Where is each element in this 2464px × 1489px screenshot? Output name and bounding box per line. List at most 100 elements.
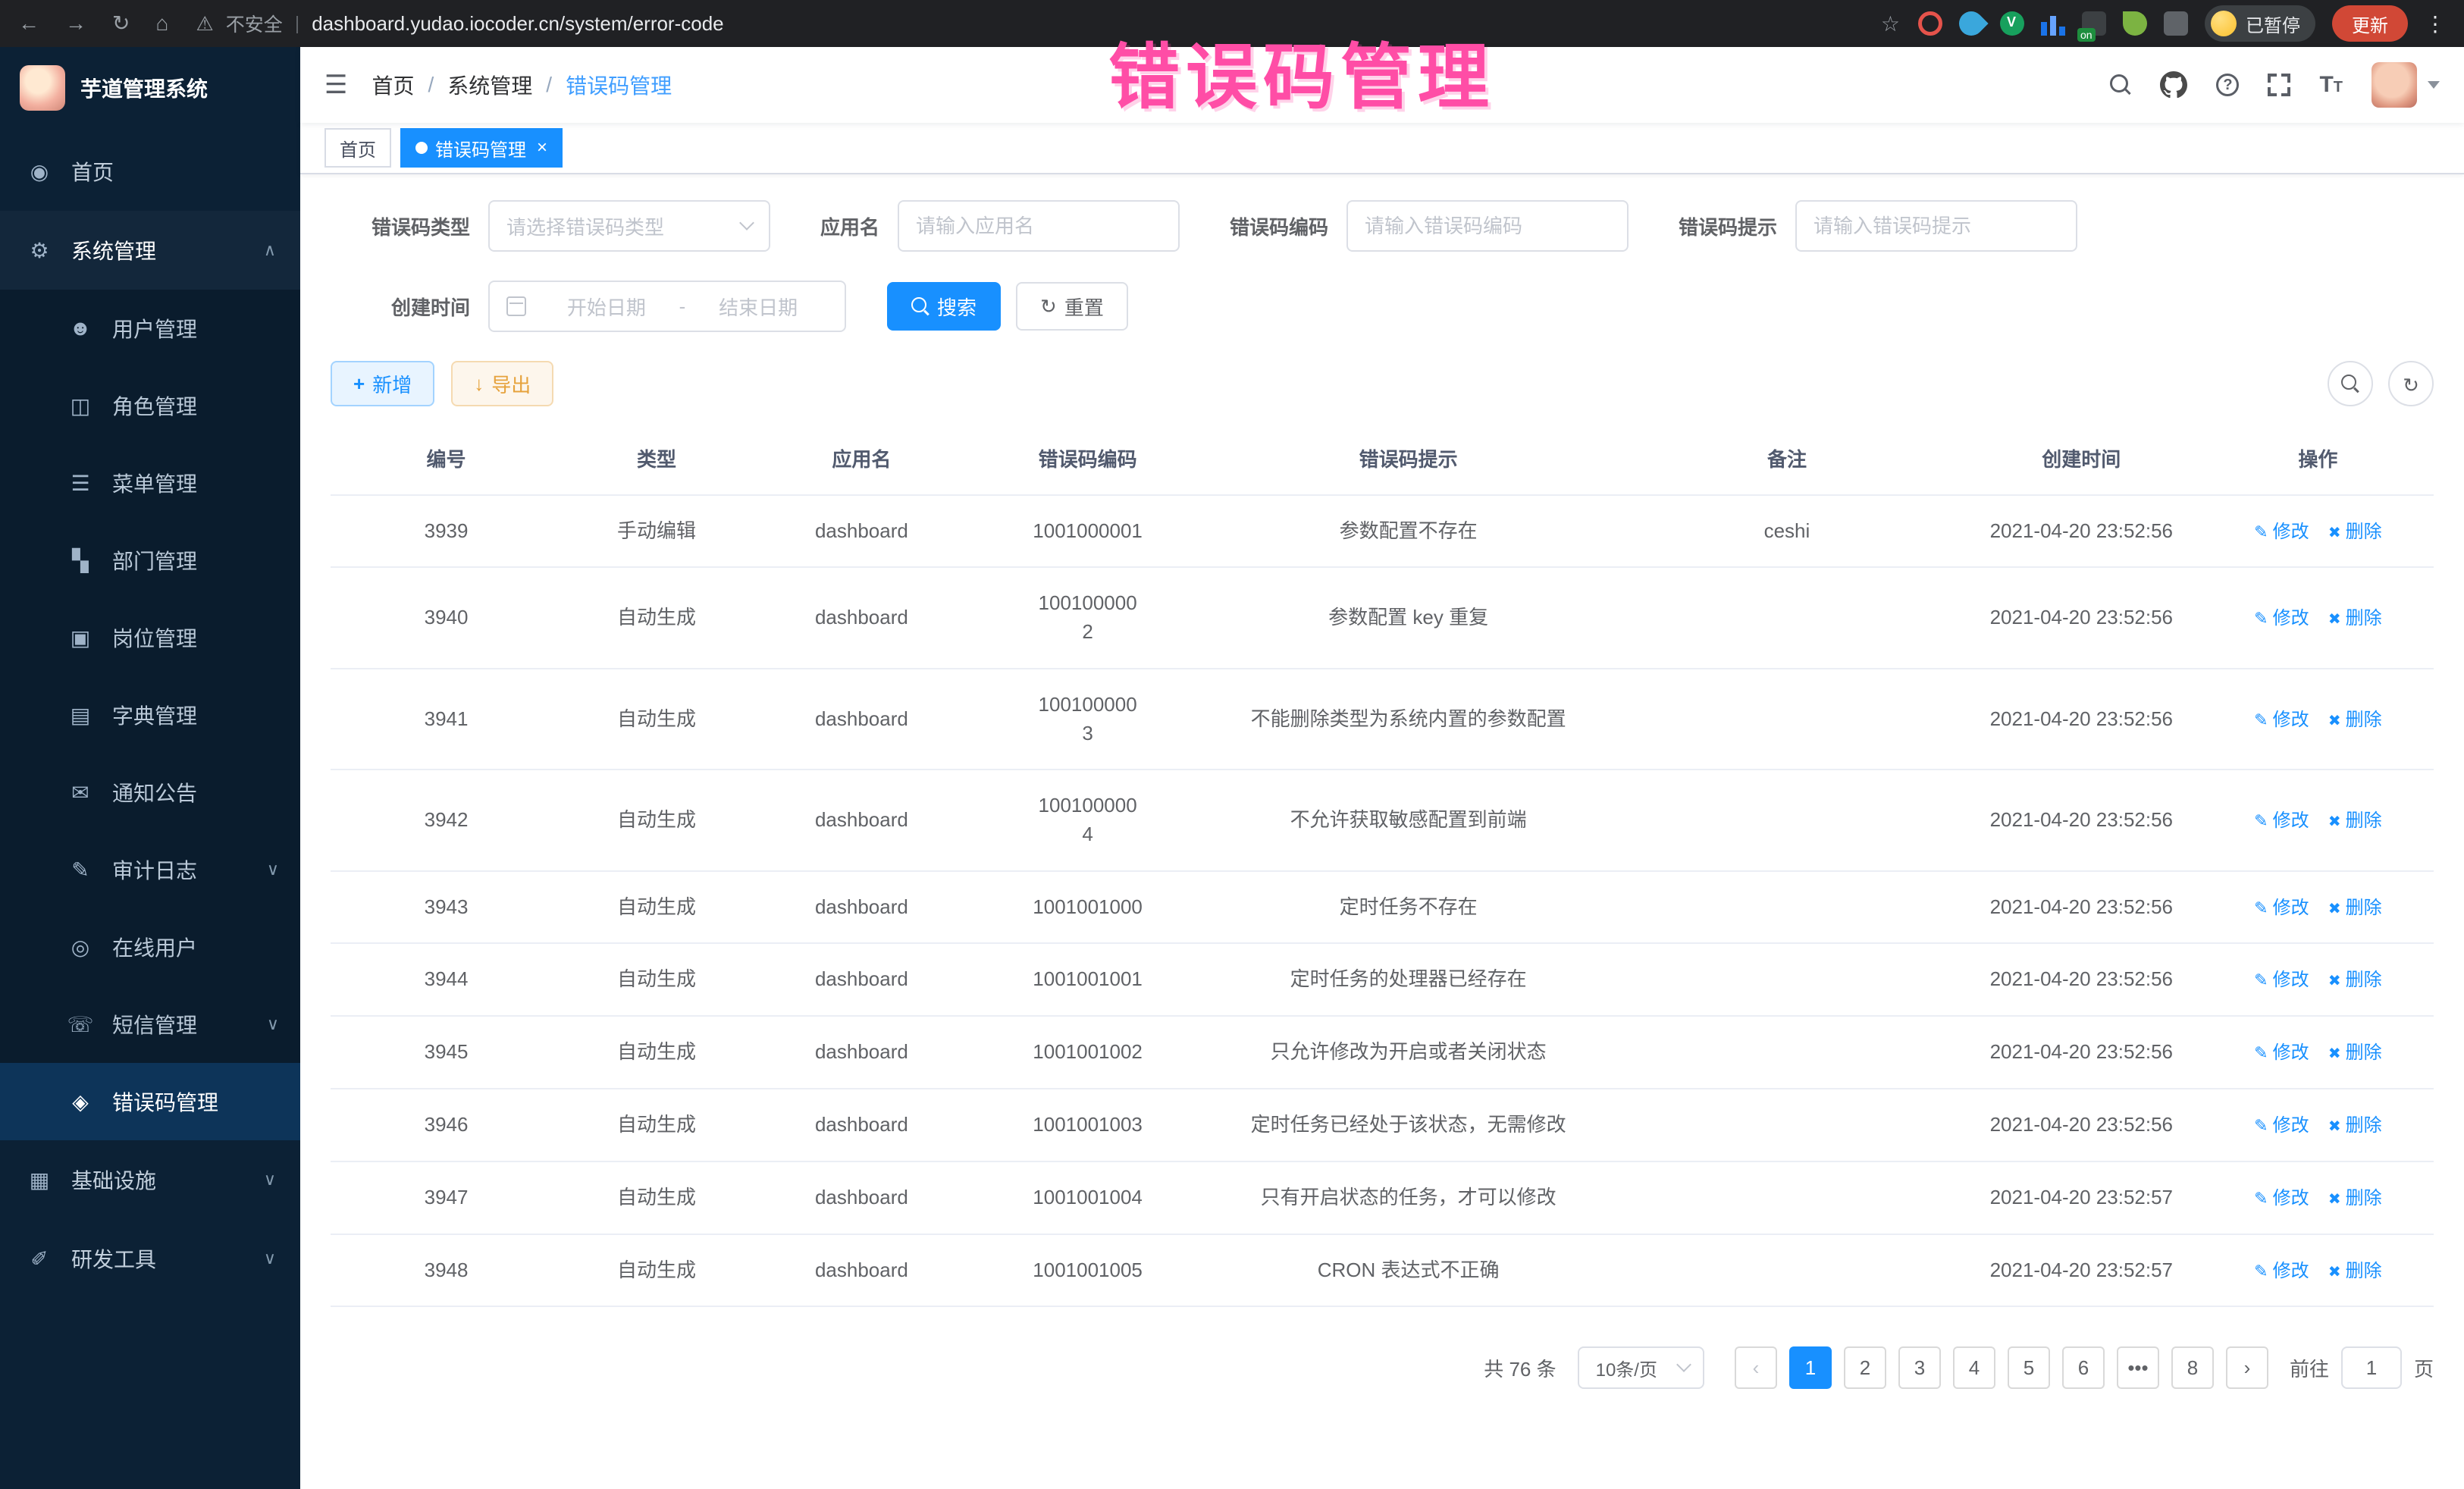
close-icon[interactable]: × bbox=[537, 137, 547, 158]
sidebar-item-home[interactable]: 首页 bbox=[0, 132, 300, 211]
page-button[interactable]: 6 bbox=[2062, 1346, 2105, 1389]
current-page-button[interactable]: 1 bbox=[1789, 1346, 1832, 1389]
extension-droplet-icon[interactable] bbox=[1954, 6, 1988, 40]
font-size-icon[interactable] bbox=[2319, 72, 2343, 98]
extension-puzzle-icon[interactable] bbox=[2164, 11, 2188, 36]
page-button[interactable]: 2 bbox=[1844, 1346, 1886, 1389]
goto-page-input[interactable] bbox=[2341, 1346, 2402, 1389]
sidebar-submenu-item[interactable]: 菜单管理 bbox=[0, 444, 300, 522]
edit-link[interactable]: 修改 bbox=[2254, 1259, 2309, 1285]
browser-menu-icon[interactable]: ⋮ bbox=[2425, 11, 2446, 36]
date-range-picker[interactable]: 开始日期 - 结束日期 bbox=[488, 281, 846, 332]
next-page-button[interactable]: › bbox=[2226, 1346, 2268, 1389]
extension-chart-icon[interactable] bbox=[2041, 11, 2065, 36]
goto-unit: 页 bbox=[2414, 1354, 2434, 1382]
sidebar-submenu-item[interactable]: 字典管理 bbox=[0, 676, 300, 754]
delete-link[interactable]: 删除 bbox=[2328, 707, 2382, 734]
reset-button[interactable]: 重置 bbox=[1016, 282, 1128, 331]
error-hint-input[interactable] bbox=[1795, 200, 2077, 252]
page-button[interactable]: 3 bbox=[1898, 1346, 1941, 1389]
page-size-select[interactable]: 10条/页 bbox=[1578, 1346, 1704, 1389]
browser-refresh-icon[interactable]: ↻ bbox=[112, 13, 130, 34]
sidebar-item-infra[interactable]: 基础设施 bbox=[0, 1140, 300, 1219]
breadcrumb-item[interactable]: 错误码管理 / bbox=[566, 70, 672, 100]
tab-home[interactable]: 首页 bbox=[324, 128, 391, 168]
sidebar-submenu-item[interactable]: 岗位管理 bbox=[0, 599, 300, 676]
delete-link[interactable]: 删除 bbox=[2328, 1186, 2382, 1212]
extension-dark-icon[interactable]: on bbox=[2082, 11, 2106, 36]
page-button[interactable]: 8 bbox=[2171, 1346, 2214, 1389]
delete-link[interactable]: 删除 bbox=[2328, 808, 2382, 835]
sidebar-submenu-item[interactable]: 错误码管理 bbox=[0, 1063, 300, 1140]
edit-link[interactable]: 修改 bbox=[2254, 519, 2309, 546]
sidebar-submenu-item[interactable]: 在线用户 bbox=[0, 908, 300, 986]
sidebar-item-system[interactable]: 系统管理 bbox=[0, 211, 300, 290]
sidebar-submenu-item[interactable]: 短信管理 bbox=[0, 986, 300, 1063]
export-button[interactable]: 导出 bbox=[451, 361, 553, 406]
error-type-select[interactable]: 请选择错误码类型 bbox=[488, 200, 770, 252]
gear-icon bbox=[24, 238, 55, 263]
chevron-down-icon bbox=[264, 1249, 276, 1268]
emoji-avatar-icon bbox=[2211, 11, 2237, 36]
github-icon[interactable] bbox=[2160, 71, 2187, 99]
browser-back-icon[interactable]: ← bbox=[18, 13, 39, 34]
delete-icon bbox=[2328, 1186, 2341, 1212]
search-button[interactable]: 搜索 bbox=[887, 282, 1001, 331]
sidebar-submenu-item[interactable]: 角色管理 bbox=[0, 367, 300, 444]
browser-update-button[interactable]: 更新 bbox=[2332, 5, 2408, 42]
app-logo[interactable]: 芋道管理系统 bbox=[0, 47, 300, 129]
breadcrumb-item[interactable]: 系统管理 / bbox=[447, 70, 566, 100]
delete-link[interactable]: 删除 bbox=[2328, 895, 2382, 922]
extension-v-icon[interactable] bbox=[2000, 11, 2024, 36]
add-button[interactable]: 新增 bbox=[331, 361, 434, 406]
profile-paused-badge[interactable]: 已暂停 bbox=[2205, 5, 2315, 42]
bookmark-star-icon[interactable]: ☆ bbox=[1881, 11, 1900, 36]
delete-link[interactable]: 删除 bbox=[2328, 1259, 2382, 1285]
help-icon[interactable] bbox=[2216, 74, 2239, 96]
delete-link[interactable]: 删除 bbox=[2328, 606, 2382, 632]
delete-link[interactable]: 删除 bbox=[2328, 1040, 2382, 1067]
delete-label: 删除 bbox=[2346, 519, 2382, 546]
filter-label-time: 创建时间 bbox=[331, 293, 470, 321]
page-button[interactable]: 4 bbox=[1953, 1346, 1995, 1389]
app-name-input[interactable] bbox=[898, 200, 1180, 252]
tab-error-code[interactable]: 错误码管理 × bbox=[400, 128, 563, 168]
edit-link[interactable]: 修改 bbox=[2254, 707, 2309, 734]
refresh-table-button[interactable] bbox=[2388, 361, 2434, 406]
address-bar[interactable]: ⚠ 不安全 | dashboard.yudao.iocoder.cn/syste… bbox=[196, 10, 1900, 37]
edit-link[interactable]: 修改 bbox=[2254, 606, 2309, 632]
edit-link[interactable]: 修改 bbox=[2254, 1040, 2309, 1067]
toggle-search-button[interactable] bbox=[2328, 361, 2373, 406]
browser-forward-icon[interactable]: → bbox=[65, 13, 86, 34]
edit-link[interactable]: 修改 bbox=[2254, 967, 2309, 994]
delete-link[interactable]: 删除 bbox=[2328, 1113, 2382, 1139]
navbar-actions bbox=[2110, 62, 2440, 108]
edit-link[interactable]: 修改 bbox=[2254, 1186, 2309, 1212]
user-avatar[interactable] bbox=[2372, 62, 2440, 108]
edit-link[interactable]: 修改 bbox=[2254, 808, 2309, 835]
submen-item-label: 通知公告 bbox=[112, 777, 197, 807]
error-code-input[interactable] bbox=[1346, 200, 1629, 252]
edit-icon bbox=[2254, 1113, 2268, 1139]
prev-page-button[interactable]: ‹ bbox=[1735, 1346, 1777, 1389]
page-button[interactable]: 5 bbox=[2008, 1346, 2050, 1389]
edit-link[interactable]: 修改 bbox=[2254, 1113, 2309, 1139]
browser-home-icon[interactable]: ⌂ bbox=[155, 13, 168, 34]
page-button[interactable]: ••• bbox=[2117, 1346, 2159, 1389]
delete-label: 删除 bbox=[2346, 967, 2382, 994]
sidebar-submenu-item[interactable]: 通知公告 bbox=[0, 754, 300, 831]
fullscreen-icon[interactable] bbox=[2268, 74, 2290, 96]
cell-time: 2021-04-20 23:52:57 bbox=[1961, 1162, 2202, 1234]
edit-link[interactable]: 修改 bbox=[2254, 895, 2309, 922]
sidebar-item-devtools[interactable]: 研发工具 bbox=[0, 1219, 300, 1298]
sidebar-submenu-item[interactable]: 审计日志 bbox=[0, 831, 300, 908]
extension-target-icon[interactable] bbox=[1918, 11, 1942, 36]
sidebar-toggle-icon[interactable]: ☰ bbox=[324, 70, 347, 100]
sidebar-submenu-item[interactable]: 用户管理 bbox=[0, 290, 300, 367]
delete-link[interactable]: 删除 bbox=[2328, 519, 2382, 546]
breadcrumb-item[interactable]: 首页 / bbox=[371, 70, 447, 100]
delete-link[interactable]: 删除 bbox=[2328, 967, 2382, 994]
extension-leaf-icon[interactable] bbox=[2123, 11, 2147, 36]
search-icon[interactable] bbox=[2110, 74, 2131, 96]
sidebar-submenu-item[interactable]: 部门管理 bbox=[0, 522, 300, 599]
